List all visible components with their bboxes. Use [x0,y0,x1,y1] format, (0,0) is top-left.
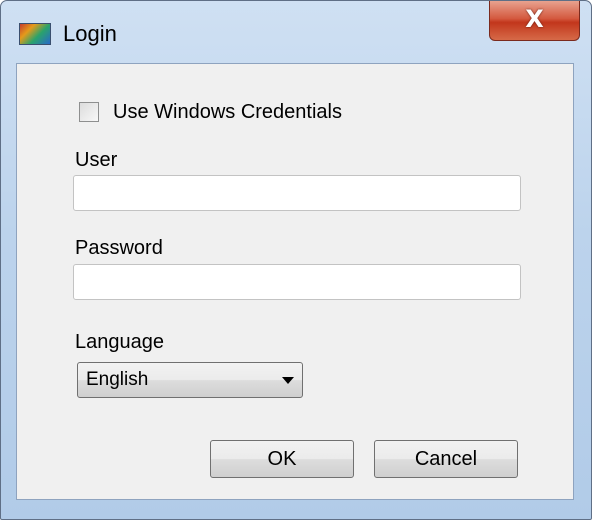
language-select[interactable]: English [77,362,303,398]
chevron-down-icon [282,377,294,384]
user-label: User [75,149,118,171]
title-bar[interactable]: Login X [1,1,591,61]
ok-button[interactable]: OK [210,440,354,478]
use-windows-credentials-checkbox[interactable] [79,102,99,122]
user-input[interactable] [73,175,521,211]
close-icon: X [525,5,544,33]
language-selected-value: English [86,369,149,390]
window-title: Login [63,21,117,46]
password-input[interactable] [73,264,521,300]
cancel-button[interactable]: Cancel [374,440,518,478]
close-button[interactable]: X [489,1,580,41]
use-windows-credentials-label[interactable]: Use Windows Credentials [113,100,342,124]
login-dialog: Login X Use Windows Credentials User Pas… [0,0,592,520]
app-icon [19,23,51,45]
password-label: Password [75,237,163,259]
dialog-body: Use Windows Credentials User Password La… [16,63,574,500]
language-label: Language [75,331,164,353]
